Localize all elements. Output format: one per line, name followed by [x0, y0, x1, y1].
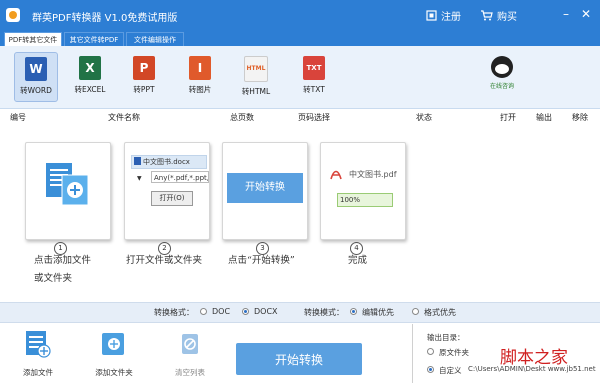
col-pages: 总页数: [230, 113, 254, 122]
format-doc-label[interactable]: DOC: [212, 307, 230, 316]
image-icon: I: [189, 56, 211, 80]
result-progress-bar: 100%: [337, 193, 393, 207]
output-dir-label: 输出目录：: [427, 333, 465, 342]
mode-edit-label[interactable]: 编辑优先: [362, 307, 394, 318]
title-bar: 群英PDF转换器 V1.0免费试用版 注册 购买 – ✕: [0, 0, 600, 30]
col-output: 输出: [536, 113, 552, 122]
tab-pdf-to-other[interactable]: PDF转其它文件: [4, 32, 62, 46]
tab-other-to-pdf[interactable]: 其它文件转PDF: [64, 32, 124, 46]
add-document-icon: [46, 163, 89, 206]
to-ppt-button[interactable]: P 转PPT: [122, 52, 166, 102]
result-file-name: 中文图书.pdf: [349, 170, 397, 179]
excel-icon: X: [79, 56, 101, 80]
format-docx-label[interactable]: DOCX: [254, 307, 278, 316]
output-path-field[interactable]: C:\Users\ADMIN\Deskt www.jb51.net: [468, 365, 596, 373]
col-open: 打开: [500, 113, 516, 122]
to-html-label: 转HTML: [241, 87, 271, 96]
format-label: 转换格式：: [154, 308, 194, 317]
to-word-button[interactable]: W 转WORD: [14, 52, 58, 102]
output-path-text: C:\Users\ADMIN\Deskt: [468, 365, 546, 373]
add-file-icon: [26, 331, 51, 358]
register-link[interactable]: 注册: [426, 8, 461, 23]
col-filename: 文件名称: [108, 113, 140, 122]
buy-label: 购买: [497, 11, 517, 23]
cart-icon: [481, 9, 493, 20]
to-image-button[interactable]: I 转图片: [178, 52, 222, 102]
step2-panel: 中文图书.docx ▼ Any(*.pdf,*.ppt,* 打开(O): [124, 142, 210, 240]
output-custom-label[interactable]: 自定义: [439, 365, 462, 376]
file-list-header: 编号 文件名称 总页数 页码选择 状态 打开 输出 移除: [0, 110, 600, 124]
tab-file-edit[interactable]: 文件编辑操作: [126, 32, 184, 46]
step1-caption: 点击添加文件: [34, 255, 92, 266]
dialog-dropdown-arrow-icon: ▼: [137, 175, 142, 182]
add-file-button[interactable]: 添加文件: [14, 330, 62, 378]
txt-icon: TXT: [303, 56, 325, 80]
output-original-radio[interactable]: [427, 348, 434, 355]
step3-caption: 点击“开始转换”: [228, 255, 295, 266]
to-excel-button[interactable]: X 转EXCEL: [68, 52, 112, 102]
minimize-button[interactable]: –: [558, 6, 574, 22]
step1-panel: [25, 142, 111, 240]
to-image-label: 转图片: [188, 85, 212, 94]
clear-list-button[interactable]: 清空列表: [166, 330, 214, 378]
register-icon: [426, 9, 437, 21]
col-status: 状态: [416, 113, 432, 122]
dialog-filter-select: Any(*.pdf,*.ppt,*: [151, 171, 209, 183]
to-txt-button[interactable]: TXT 转TXT: [292, 52, 336, 102]
format-doc-radio[interactable]: [200, 308, 207, 315]
app-logo-icon: [6, 8, 20, 22]
output-custom-radio[interactable]: [427, 366, 434, 373]
buy-link[interactable]: 购买: [480, 8, 517, 23]
output-original-label[interactable]: 原文件夹: [439, 347, 469, 358]
online-support-label: 在线咨询: [489, 83, 514, 90]
online-support-button[interactable]: 在线咨询: [488, 56, 516, 96]
word-icon: W: [25, 57, 47, 81]
clear-list-icon: [182, 334, 198, 354]
mode-label: 转换模式：: [304, 308, 344, 317]
col-page-select: 页码选择: [298, 113, 330, 122]
to-txt-label: 转TXT: [303, 85, 325, 94]
close-button[interactable]: ✕: [578, 6, 594, 22]
to-html-button[interactable]: HTML 转HTML: [234, 52, 278, 102]
step4-caption: 完成: [348, 255, 368, 266]
step2-caption: 打开文件或文件夹: [126, 255, 203, 266]
watermark-url: www.jb51.net: [547, 365, 596, 373]
start-convert-button[interactable]: 开始转换: [236, 343, 362, 375]
mode-edit-radio[interactable]: [350, 308, 357, 315]
step3-panel: 开始转换: [222, 142, 308, 240]
result-progress-text: 100%: [340, 196, 361, 204]
html-icon: HTML: [244, 56, 268, 82]
clear-list-label: 清空列表: [175, 368, 205, 377]
settings-bar: 转换格式： DOC DOCX 转换模式： 编辑优先 格式优先: [0, 302, 600, 323]
to-ppt-label: 转PPT: [133, 85, 155, 94]
docx-file-icon: [134, 157, 141, 165]
mode-format-label[interactable]: 格式优先: [424, 307, 456, 318]
col-number: 编号: [10, 113, 26, 122]
pdf-file-icon: [330, 170, 342, 180]
dialog-open-button: 打开(O): [151, 191, 193, 206]
tab-bar: PDF转其它文件 其它文件转PDF 文件编辑操作: [0, 30, 600, 46]
dialog-file-name: 中文图书.docx: [143, 158, 190, 166]
register-label: 注册: [441, 11, 461, 23]
to-excel-label: 转EXCEL: [74, 85, 106, 94]
app-title: 群英PDF转换器 V1.0免费试用版: [32, 13, 178, 24]
to-word-label: 转WORD: [20, 86, 52, 95]
ppt-icon: P: [133, 56, 155, 80]
add-folder-label: 添加文件夹: [95, 368, 133, 377]
step4-panel: 中文图书.pdf 100%: [320, 142, 406, 240]
step1-caption-line2: 或文件夹: [34, 273, 73, 284]
start-button-illustration: 开始转换: [227, 173, 303, 203]
format-docx-radio[interactable]: [242, 308, 249, 315]
mode-format-radio[interactable]: [412, 308, 419, 315]
col-remove: 移除: [572, 113, 588, 122]
add-folder-button[interactable]: 添加文件夹: [90, 330, 138, 378]
add-file-label: 添加文件: [23, 368, 53, 377]
dialog-file-item: 中文图书.docx: [131, 155, 207, 169]
add-folder-icon: [102, 333, 124, 355]
qq-penguin-icon: [491, 56, 513, 78]
